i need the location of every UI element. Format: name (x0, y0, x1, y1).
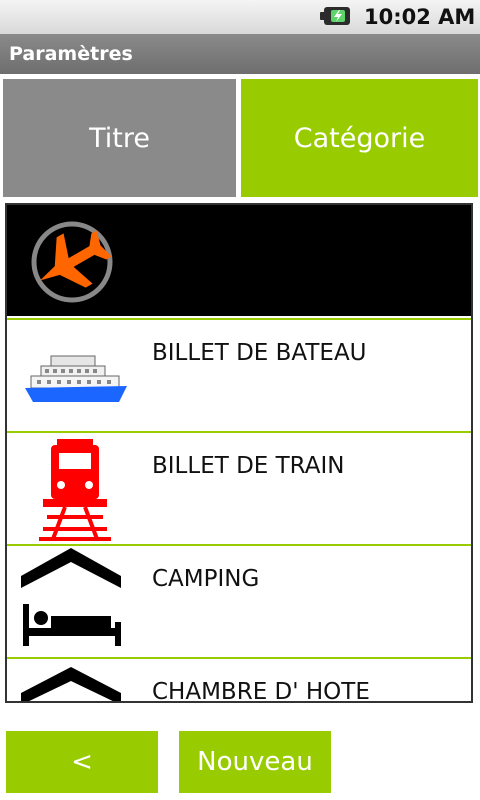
category-list[interactable]: BILLET DE BATEAU BILLET DE TRAIN CAMPING (5, 203, 473, 703)
battery-charging-icon (320, 7, 350, 25)
roof-icon (21, 667, 121, 701)
airplane-icon (31, 221, 113, 303)
status-bar: 10:02 AM (0, 0, 480, 35)
list-item-airplane[interactable] (7, 205, 471, 316)
ship-icon (25, 355, 127, 402)
list-item-label: CAMPING (152, 566, 260, 592)
list-item-billet-de-train[interactable]: BILLET DE TRAIN (7, 433, 471, 544)
list-item-chambre-d-hote[interactable]: CHAMBRE D' HOTE (7, 659, 471, 703)
page-title: Paramètres (9, 43, 133, 65)
list-item-label: BILLET DE TRAIN (152, 453, 345, 479)
new-button[interactable]: Nouveau (179, 731, 331, 793)
status-time: 10:02 AM (364, 5, 476, 29)
list-item-camping[interactable]: CAMPING (7, 546, 471, 657)
train-icon (39, 439, 111, 541)
back-button[interactable]: < (6, 731, 158, 793)
list-item-label: BILLET DE BATEAU (152, 340, 367, 366)
title-bar: Paramètres (0, 34, 480, 74)
list-item-billet-de-bateau[interactable]: BILLET DE BATEAU (7, 320, 471, 431)
tent-bed-icon (21, 548, 121, 646)
tab-categorie[interactable]: Catégorie (241, 79, 478, 197)
list-item-label: CHAMBRE D' HOTE (152, 679, 370, 703)
list-scrollbar[interactable] (471, 209, 473, 279)
tab-titre[interactable]: Titre (3, 79, 236, 197)
